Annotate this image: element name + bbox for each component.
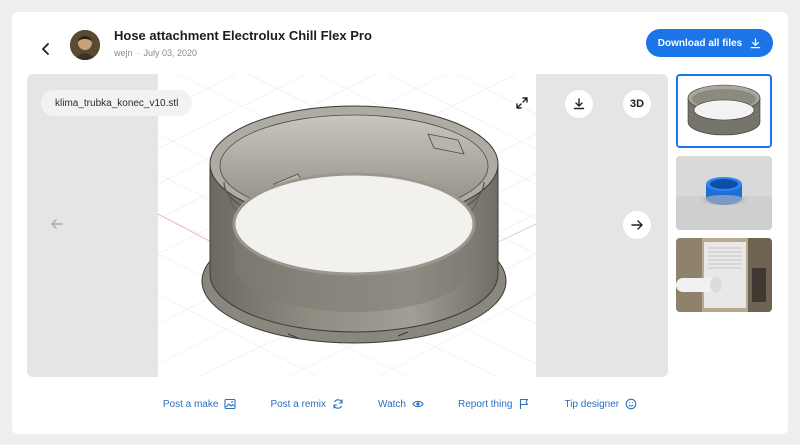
tip-designer-label: Tip designer	[564, 398, 620, 410]
smile-icon	[625, 398, 637, 410]
tip-designer-button[interactable]: Tip designer	[564, 398, 637, 410]
watch-label: Watch	[378, 398, 406, 410]
expand-icon	[516, 97, 528, 109]
download-icon	[573, 98, 585, 110]
avatar[interactable]	[70, 30, 100, 60]
thumbnail-1[interactable]	[676, 74, 772, 148]
avatar-image	[70, 30, 100, 60]
download-icon	[750, 37, 761, 48]
watch-button[interactable]: Watch	[378, 398, 424, 410]
meta-separator: ·	[136, 48, 140, 58]
thumb-photo-unit	[676, 238, 772, 312]
filename-pill[interactable]: klima_trubka_konec_v10.stl	[41, 90, 193, 116]
download-file-button[interactable]	[565, 90, 593, 118]
publish-date: July 03, 2020	[143, 48, 198, 58]
thing-card: Hose attachment Electrolux Chill Flex Pr…	[12, 12, 788, 434]
thumbnail-3[interactable]	[676, 238, 772, 312]
post-remix-button[interactable]: Post a remix	[270, 398, 344, 410]
arrow-left-icon	[51, 219, 63, 229]
thumbnail-2[interactable]	[676, 156, 772, 230]
download-all-label: Download all files	[657, 37, 743, 49]
flag-icon	[520, 398, 529, 409]
model-render	[157, 74, 537, 377]
arrow-right-icon	[631, 220, 643, 230]
back-button[interactable]	[34, 37, 58, 61]
expand-button[interactable]	[513, 94, 531, 112]
model-viewer[interactable]: klima_trubka_konec_v10.stl 3D	[27, 74, 668, 377]
author-link[interactable]: wejn	[114, 48, 133, 58]
model-render-area[interactable]	[157, 74, 537, 377]
eye-icon	[412, 400, 424, 408]
image-icon	[224, 398, 236, 410]
post-make-label: Post a make	[162, 398, 219, 410]
page-title: Hose attachment Electrolux Chill Flex Pr…	[114, 28, 372, 43]
refresh-icon	[333, 399, 343, 409]
report-thing-label: Report thing	[457, 398, 513, 410]
chevron-left-icon	[42, 43, 49, 55]
post-make-button[interactable]: Post a make	[163, 398, 237, 410]
previous-image-button[interactable]	[47, 214, 67, 234]
thumb-render-blue	[676, 156, 772, 230]
report-thing-button[interactable]: Report thing	[458, 398, 530, 410]
action-bar: Post a make Post a remix Watch Report th…	[12, 398, 788, 410]
next-image-button[interactable]	[623, 211, 651, 239]
thumb-render-grey	[678, 76, 770, 146]
post-remix-label: Post a remix	[270, 398, 327, 410]
view-3d-button[interactable]: 3D	[623, 90, 651, 118]
download-all-button[interactable]: Download all files	[646, 29, 773, 57]
thing-meta: wejn · July 03, 2020	[114, 48, 197, 58]
